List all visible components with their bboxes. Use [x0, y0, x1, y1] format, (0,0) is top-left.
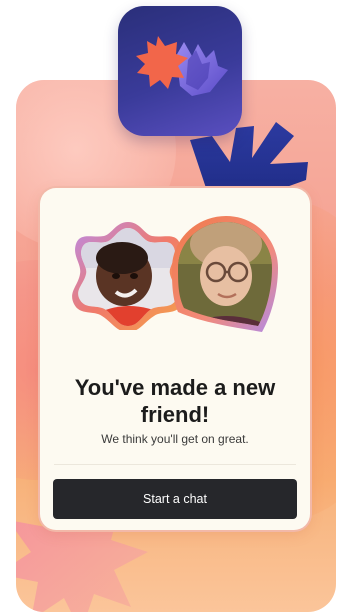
subtitle: We think you'll get on great.	[101, 432, 249, 446]
divider	[54, 464, 296, 465]
avatar	[172, 216, 278, 332]
fan-shape-icon	[176, 42, 228, 96]
start-chat-button[interactable]: Start a chat	[53, 479, 297, 519]
avatar-group	[70, 214, 290, 344]
page-title: You've made a new friend!	[74, 375, 276, 427]
avatar	[72, 222, 184, 330]
match-card: You've made a new friend! We think you'l…	[40, 188, 310, 530]
screen: You've made a new friend! We think you'l…	[0, 0, 342, 612]
app-logo-icon	[118, 6, 242, 136]
